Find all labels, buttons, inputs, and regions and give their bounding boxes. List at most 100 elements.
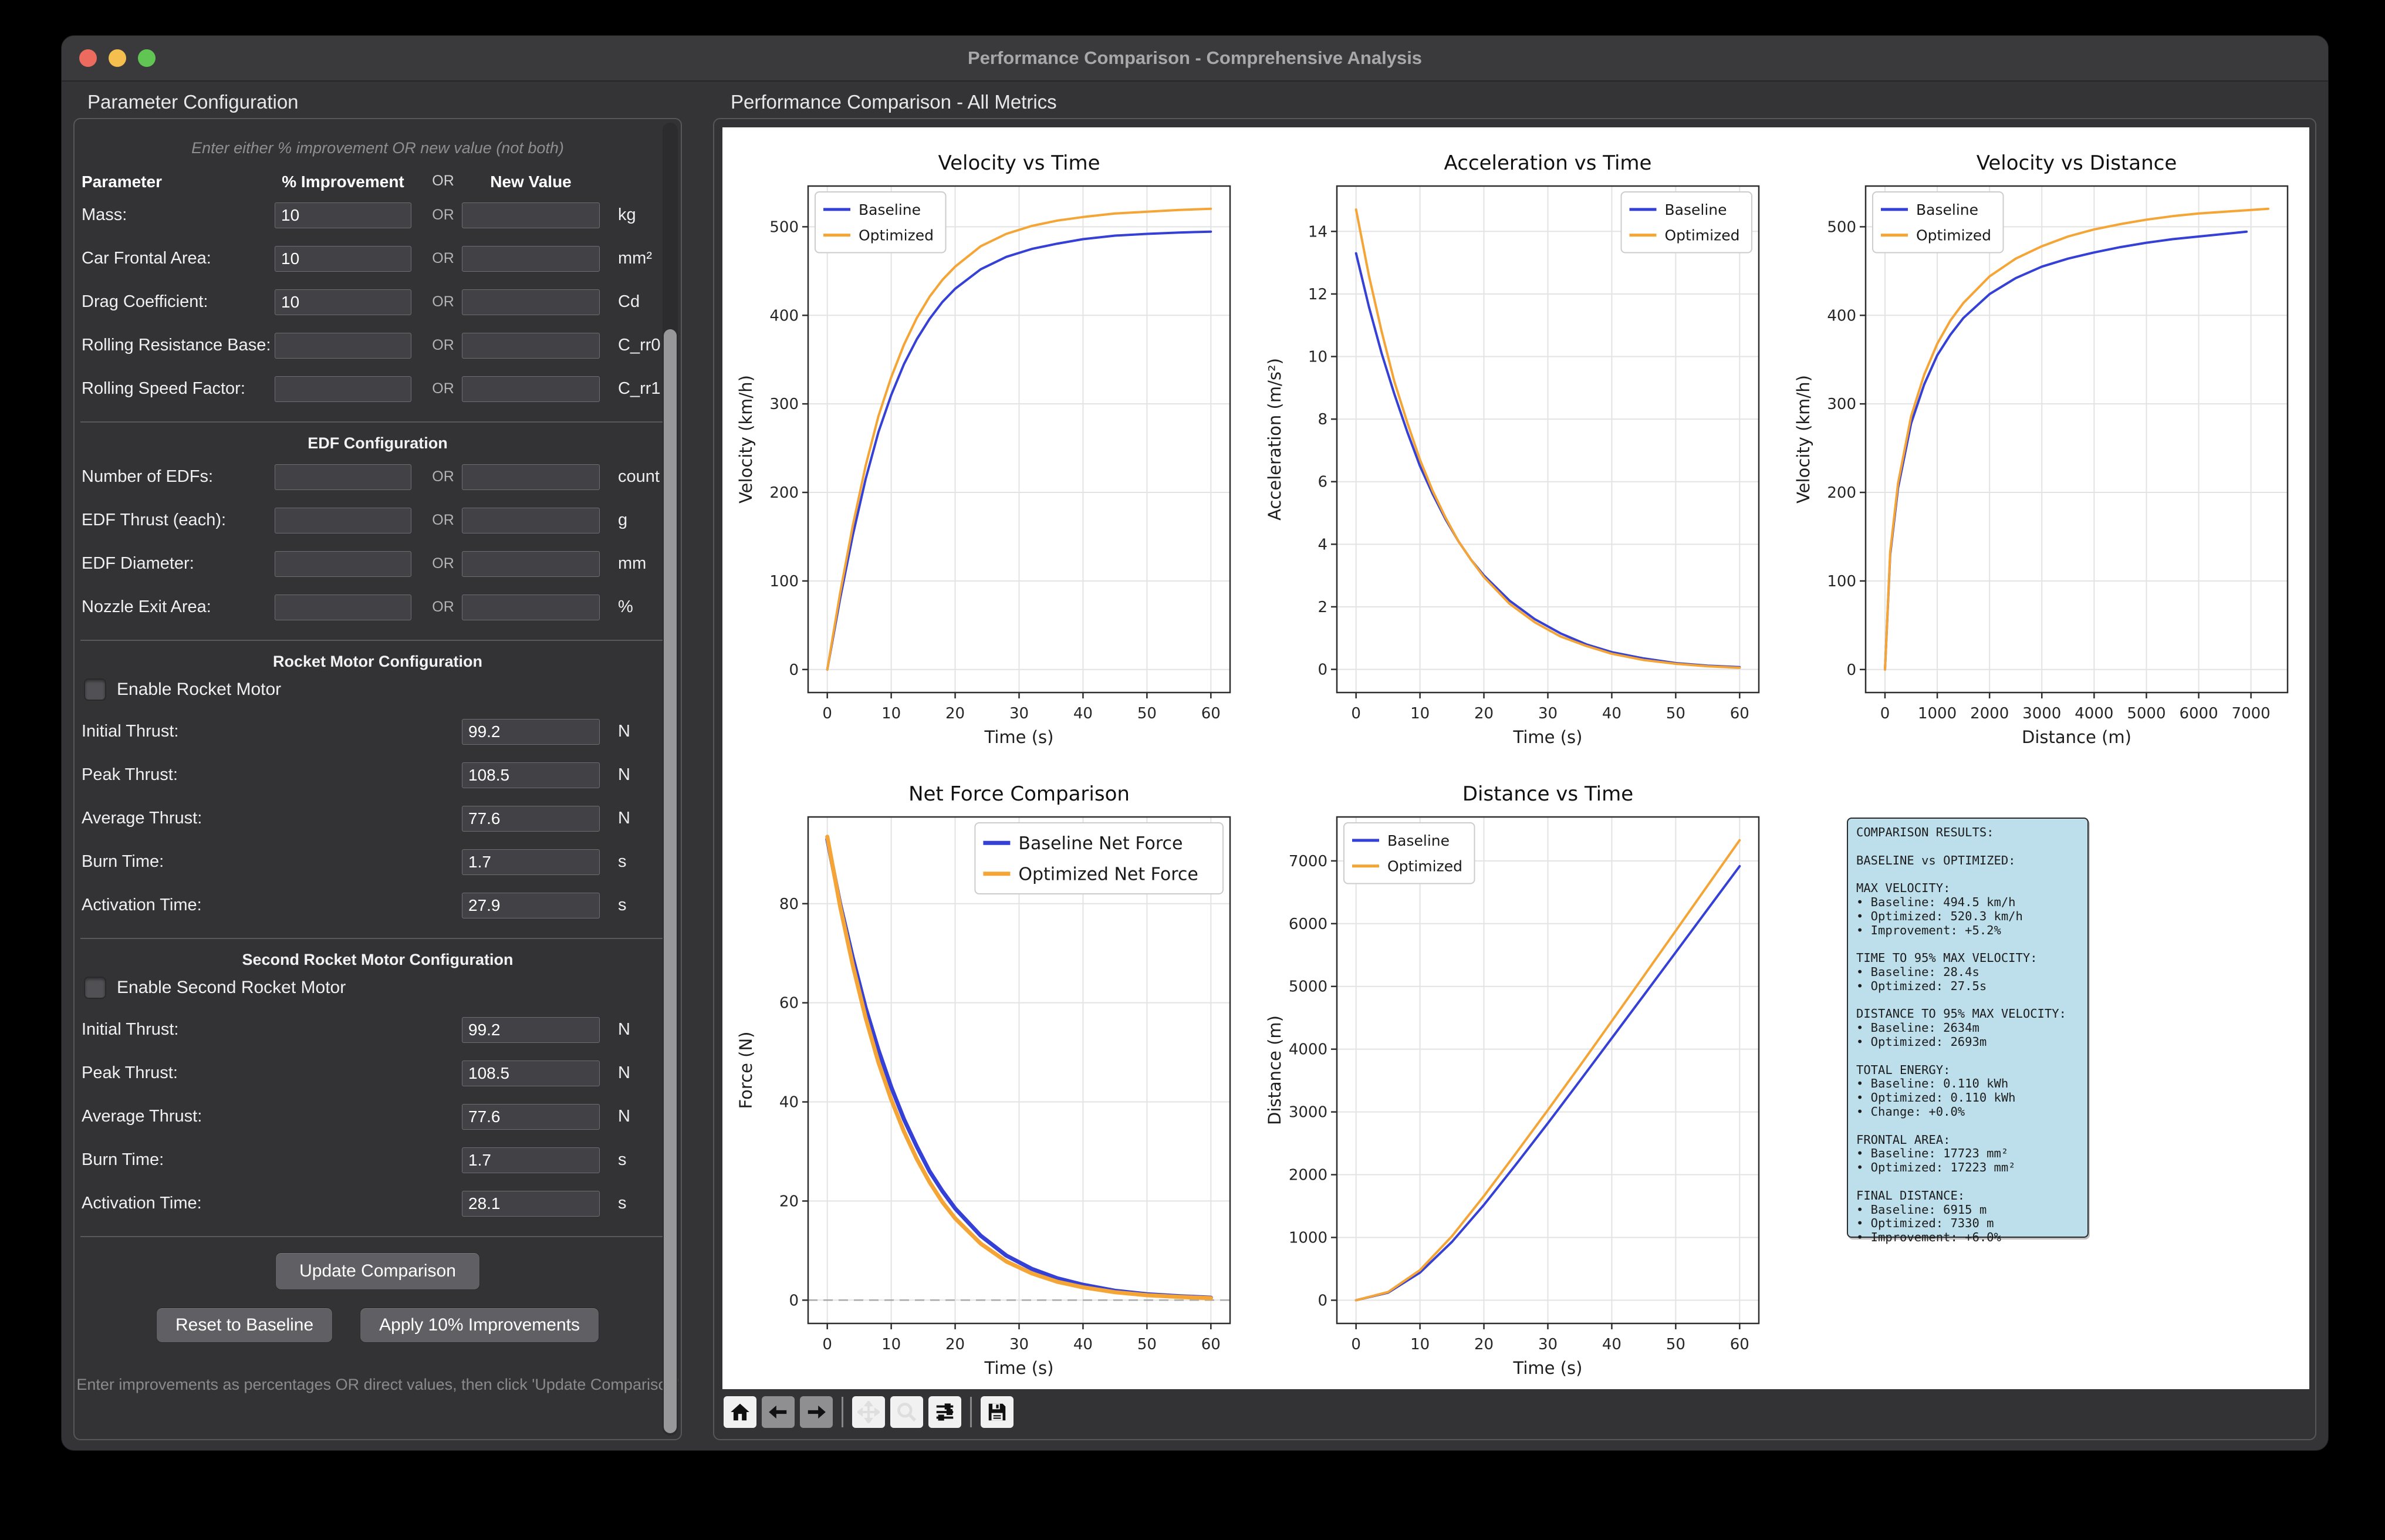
home-icon[interactable] xyxy=(724,1396,756,1428)
parameter-row: Car Frontal Area:ORmm² xyxy=(75,237,681,281)
new-value-input[interactable] xyxy=(462,202,600,228)
svg-text:Net Force Comparison: Net Force Comparison xyxy=(908,782,1130,806)
motor-value-row: Initial Thrust:N xyxy=(75,710,681,754)
pan-icon[interactable] xyxy=(852,1396,885,1428)
motor-value-row: Burn Time:s xyxy=(75,1139,681,1182)
svg-text:300: 300 xyxy=(1827,396,1856,413)
subplots-icon[interactable] xyxy=(928,1396,961,1428)
svg-text:4000: 4000 xyxy=(1289,1041,1327,1059)
svg-text:20: 20 xyxy=(1474,705,1494,722)
unit-label: s xyxy=(618,1194,627,1213)
motor-value-row: Burn Time:s xyxy=(75,840,681,884)
svg-text:Velocity vs Time: Velocity vs Time xyxy=(938,151,1100,175)
unit-label: g xyxy=(618,511,627,530)
svg-text:80: 80 xyxy=(779,896,799,913)
svg-text:0: 0 xyxy=(822,1336,832,1353)
svg-text:60: 60 xyxy=(779,995,799,1012)
motor-value-input[interactable] xyxy=(462,1147,600,1173)
svg-text:60: 60 xyxy=(1201,1336,1221,1353)
svg-text:400: 400 xyxy=(769,307,799,325)
svg-text:10: 10 xyxy=(1410,705,1430,722)
chart-net-force-comparison: 0102030405060020406080Time (s)Force (N)N… xyxy=(722,758,1251,1389)
scrollbar-thumb[interactable] xyxy=(664,329,677,1433)
instruction-text: Enter either % improvement OR new value … xyxy=(75,119,681,157)
motor-value-input[interactable] xyxy=(462,1104,600,1130)
svg-text:300: 300 xyxy=(769,396,799,413)
enable-rocket-motor-row: Enable Rocket Motor xyxy=(75,674,681,710)
svg-text:6000: 6000 xyxy=(2179,705,2218,722)
or-label: OR xyxy=(427,555,460,572)
unit-label: count xyxy=(618,467,660,487)
svg-text:0: 0 xyxy=(1846,661,1856,679)
edf-rows: Number of EDFs:ORcountEDF Thrust (each):… xyxy=(75,455,681,629)
new-value-input[interactable] xyxy=(462,289,600,315)
enable-rocket-motor-label: Enable Rocket Motor xyxy=(117,680,281,700)
motor-value-input[interactable] xyxy=(462,893,600,918)
improvement-input[interactable] xyxy=(275,246,411,272)
svg-text:20: 20 xyxy=(779,1193,799,1210)
new-value-input[interactable] xyxy=(462,551,600,577)
svg-text:Baseline: Baseline xyxy=(1387,832,1450,849)
motor-value-input[interactable] xyxy=(462,1061,600,1086)
new-value-input[interactable] xyxy=(462,333,600,359)
improvement-input[interactable] xyxy=(275,202,411,228)
apply-improvements-button[interactable]: Apply 10% Improvements xyxy=(360,1308,599,1343)
new-value-input[interactable] xyxy=(462,595,600,620)
forward-icon[interactable] xyxy=(800,1396,833,1428)
svg-text:10: 10 xyxy=(1308,349,1327,366)
parameter-row: Mass:ORkg xyxy=(75,194,681,237)
unit-label: N xyxy=(618,809,630,828)
new-value-input[interactable] xyxy=(462,246,600,272)
motor-param-label: Average Thrust: xyxy=(82,1107,202,1126)
improvement-input[interactable] xyxy=(275,464,411,490)
motor-value-row: Peak Thrust:N xyxy=(75,754,681,797)
parameter-label: EDF Thrust (each): xyxy=(82,511,226,530)
svg-text:30: 30 xyxy=(1538,705,1558,722)
unit-label: % xyxy=(618,597,633,617)
left-panel-scrollbar[interactable] xyxy=(663,123,678,1436)
or-label: OR xyxy=(427,293,460,310)
parameter-label: EDF Diameter: xyxy=(82,554,194,573)
improvement-input[interactable] xyxy=(275,551,411,577)
update-comparison-button[interactable]: Update Comparison xyxy=(275,1252,480,1290)
svg-text:Optimized Net Force: Optimized Net Force xyxy=(1018,864,1198,885)
motor-value-input[interactable] xyxy=(462,762,600,788)
improvement-input[interactable] xyxy=(275,289,411,315)
enable-rocket-motor-checkbox[interactable] xyxy=(84,678,106,701)
new-value-input[interactable] xyxy=(462,508,600,533)
back-icon[interactable] xyxy=(762,1396,795,1428)
left-panel-header: Parameter Configuration xyxy=(87,91,299,113)
enable-second-rocket-motor-row: Enable Second Rocket Motor xyxy=(75,972,681,1008)
parameter-rows: Mass:ORkgCar Frontal Area:ORmm²Drag Coef… xyxy=(75,194,681,411)
improvement-input[interactable] xyxy=(275,508,411,533)
svg-text:2: 2 xyxy=(1318,599,1327,616)
zoom-icon[interactable] xyxy=(890,1396,923,1428)
motor-value-input[interactable] xyxy=(462,1191,600,1217)
or-label: OR xyxy=(427,380,460,397)
chart-velocity-vs-distance: 0100020003000400050006000700001002003004… xyxy=(1780,127,2309,758)
svg-text:500: 500 xyxy=(1827,218,1856,236)
toolbar-separator xyxy=(970,1397,972,1427)
motor-value-input[interactable] xyxy=(462,849,600,875)
unit-label: N xyxy=(618,765,630,785)
col-improvement: % Improvement xyxy=(275,173,411,191)
improvement-input[interactable] xyxy=(275,595,411,620)
motor-value-row: Activation Time:s xyxy=(75,1182,681,1225)
motor-value-input[interactable] xyxy=(462,1017,600,1043)
enable-second-rocket-motor-checkbox[interactable] xyxy=(84,977,106,999)
chart-cell-3: 0102030405060020406080Time (s)Force (N)N… xyxy=(722,758,1251,1389)
improvement-input[interactable] xyxy=(275,376,411,402)
new-value-input[interactable] xyxy=(462,464,600,490)
new-value-input[interactable] xyxy=(462,376,600,402)
motor-value-input[interactable] xyxy=(462,719,600,745)
col-parameter: Parameter xyxy=(82,173,162,191)
motor-value-input[interactable] xyxy=(462,806,600,832)
svg-text:20: 20 xyxy=(1474,1336,1494,1353)
improvement-input[interactable] xyxy=(275,333,411,359)
rocket-section-title: Rocket Motor Configuration xyxy=(75,653,681,674)
save-icon[interactable] xyxy=(981,1396,1014,1428)
svg-text:50: 50 xyxy=(1666,1336,1685,1353)
svg-text:14: 14 xyxy=(1308,223,1327,241)
svg-text:Time (s): Time (s) xyxy=(1513,727,1583,747)
reset-to-baseline-button[interactable]: Reset to Baseline xyxy=(156,1308,333,1343)
